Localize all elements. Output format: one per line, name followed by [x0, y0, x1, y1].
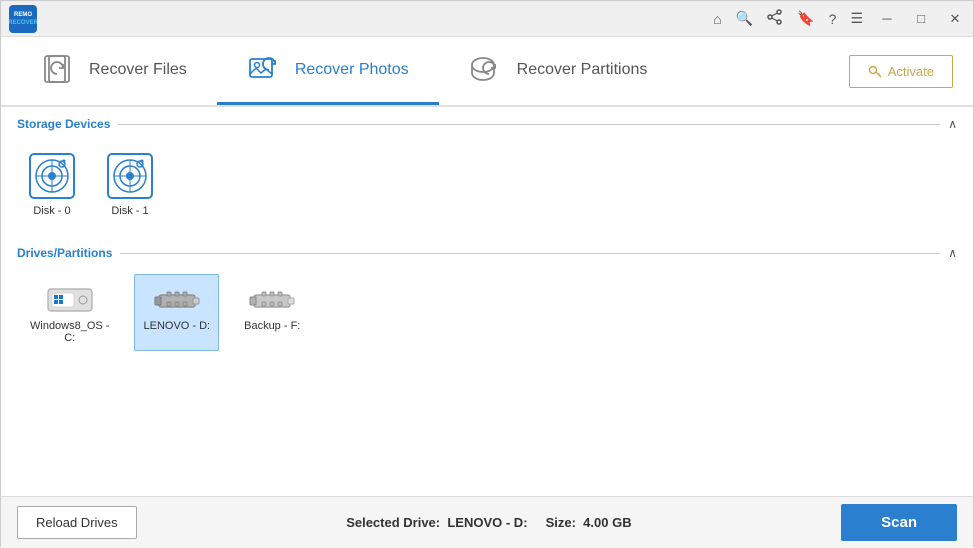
app-logo-icon: REMO RECOVER — [9, 5, 37, 33]
tab-recover-partitions[interactable]: Recover Partitions — [439, 37, 678, 105]
app-logo: REMO RECOVER — [9, 5, 37, 33]
disk0-label: Disk - 0 — [33, 205, 70, 217]
storage-devices-header: Storage Devices ∧ — [17, 117, 957, 131]
backup-partition-label: Backup - F: — [244, 320, 300, 332]
svg-text:REMO: REMO — [14, 12, 32, 18]
storage-devices-line — [118, 124, 940, 125]
search-icon[interactable]: 🔍 — [736, 10, 753, 27]
recover-photos-icon — [247, 52, 283, 88]
windows-partition-icon — [46, 281, 94, 317]
home-icon[interactable]: ⌂ — [713, 11, 721, 27]
bookmark-icon[interactable]: 🔖 — [797, 10, 814, 27]
partition-item-lenovo[interactable]: LENOVO - D: — [134, 274, 219, 351]
minimize-button[interactable]: ─ — [877, 9, 897, 29]
selected-drive-label: Selected Drive: — [346, 515, 440, 530]
help-icon[interactable]: ? — [829, 11, 837, 27]
windows-partition-label: Windows8_OS -C: — [30, 320, 109, 344]
lenovo-partition-icon — [153, 281, 201, 317]
partition-item-backup[interactable]: Backup - F: — [235, 274, 309, 351]
storage-devices-title: Storage Devices — [17, 117, 118, 131]
drives-partitions-list: Windows8_OS -C: LENOVO - D: — [17, 270, 957, 359]
drives-partitions-header: Drives/Partitions ∧ — [17, 246, 957, 260]
storage-devices-collapse[interactable]: ∧ — [948, 117, 957, 131]
tab-recover-photos-label: Recover Photos — [295, 61, 409, 79]
lenovo-partition-label: LENOVO - D: — [143, 320, 210, 332]
backup-partition-icon — [248, 281, 296, 317]
disk0-icon — [26, 150, 78, 202]
tab-recover-files-label: Recover Files — [89, 61, 187, 79]
svg-text:RECOVER: RECOVER — [9, 20, 37, 26]
partition-item-windows[interactable]: Windows8_OS -C: — [21, 274, 118, 351]
drives-partitions-collapse[interactable]: ∧ — [948, 246, 957, 260]
reload-drives-label: Reload Drives — [36, 515, 118, 530]
storage-devices-section: Storage Devices ∧ Disk - 0 — [1, 107, 973, 236]
titlebar: REMO RECOVER ⌂ 🔍 🔖 ? ☰ ─ □ ✕ — [1, 1, 973, 37]
activate-button[interactable]: Activate — [849, 55, 953, 88]
storage-devices-list: Disk - 0 Disk - 1 — [17, 141, 957, 230]
maximize-button[interactable]: □ — [911, 9, 931, 29]
selected-drive-value: LENOVO - D: — [447, 515, 527, 530]
tab-recover-photos[interactable]: Recover Photos — [217, 37, 439, 105]
drives-partitions-title: Drives/Partitions — [17, 246, 120, 260]
size-label: Size: — [546, 515, 576, 530]
disk1-icon — [104, 150, 156, 202]
status-info: Selected Drive: LENOVO - D: Size: 4.00 G… — [157, 515, 821, 530]
tab-recover-files[interactable]: Recover Files — [11, 37, 217, 105]
menu-icon[interactable]: ☰ — [850, 10, 863, 27]
drives-partitions-line — [120, 253, 940, 254]
tabbar: Recover Files Recover Photos Recover Par… — [1, 37, 973, 107]
close-button[interactable]: ✕ — [945, 9, 965, 29]
scan-button-label: Scan — [881, 514, 917, 531]
scan-button[interactable]: Scan — [841, 504, 957, 541]
disk-item-1[interactable]: Disk - 1 — [99, 145, 161, 222]
disk-item-0[interactable]: Disk - 0 — [21, 145, 83, 222]
disk1-label: Disk - 1 — [111, 205, 148, 217]
key-icon — [868, 64, 882, 78]
size-value: 4.00 GB — [583, 515, 631, 530]
share-icon[interactable] — [767, 9, 783, 28]
reload-drives-button[interactable]: Reload Drives — [17, 506, 137, 539]
tab-recover-partitions-label: Recover Partitions — [517, 61, 648, 79]
recover-files-icon — [41, 52, 77, 88]
recover-partitions-icon — [469, 52, 505, 88]
main-content: Storage Devices ∧ Disk - 0 — [1, 107, 973, 496]
titlebar-controls: ⌂ 🔍 🔖 ? ☰ ─ □ ✕ — [713, 9, 965, 29]
drives-partitions-section: Drives/Partitions ∧ Windows — [1, 236, 973, 365]
bottombar: Reload Drives Selected Drive: LENOVO - D… — [1, 496, 973, 548]
activate-button-label: Activate — [888, 64, 934, 79]
